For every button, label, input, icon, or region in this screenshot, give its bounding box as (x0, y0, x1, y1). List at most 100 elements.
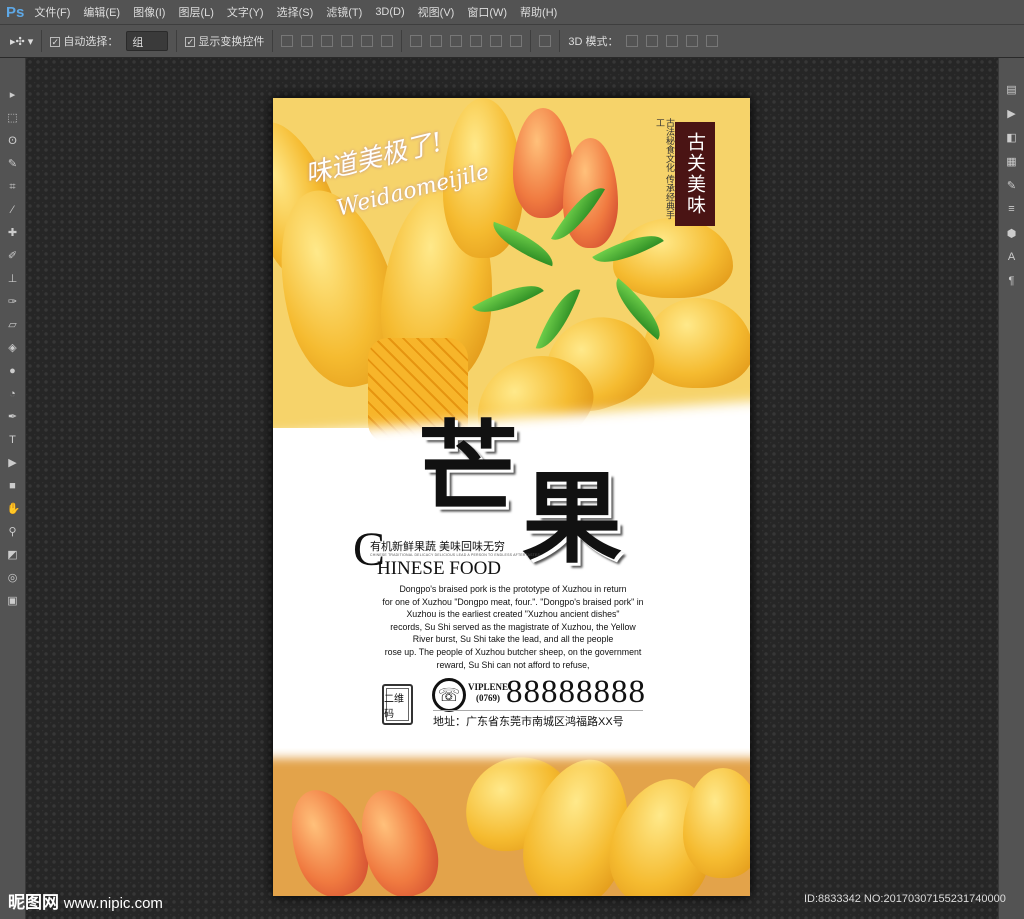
adjustments-icon[interactable]: ◧ (1006, 131, 1018, 144)
quick-mask-icon[interactable]: ◎ (7, 571, 19, 585)
menu-3d[interactable]: 3D(D) (375, 6, 404, 18)
quick-select-tool-icon[interactable]: ✎ (7, 157, 19, 171)
align-bottom-icon[interactable] (321, 35, 334, 47)
3d-roll-icon[interactable] (646, 35, 659, 47)
paint-bucket-icon[interactable]: ◈ (7, 341, 19, 355)
document-canvas-poster: 味道美极了! Weidaomeijile 古法秘食文化 传承经典手工 古关美味 … (273, 98, 750, 896)
chinese-food-heading: HINESE FOOD (377, 558, 502, 579)
distribute-top-icon[interactable] (410, 35, 423, 47)
divider (530, 30, 532, 52)
menu-help[interactable]: 帮助(H) (520, 4, 557, 20)
panels-dock: ▤ ▶ ◧ ▦ ✎ ≡ ⬢ A ¶ (998, 58, 1024, 919)
auto-select-checkbox[interactable]: ✓ 自动选择： (50, 33, 118, 49)
align-right-icon[interactable] (381, 35, 394, 47)
show-transform-label: 显示变换控件 (198, 36, 265, 48)
menu-type[interactable]: 文字(Y) (227, 4, 264, 20)
menu-image[interactable]: 图像(I) (133, 4, 165, 20)
paragraph-line: rose up. The people of Xuzhou butcher sh… (384, 646, 642, 657)
align-top-icon[interactable] (281, 35, 294, 47)
divider (41, 30, 43, 52)
align-hcenter-icon[interactable] (361, 35, 374, 47)
3d-cube-icon[interactable]: ⬢ (1006, 227, 1018, 240)
show-transform-checkbox[interactable]: ✓ 显示变换控件 (185, 33, 264, 49)
auto-select-dropdown[interactable]: 组 (126, 31, 169, 51)
zoom-tool-icon[interactable]: ⚲ (7, 525, 19, 539)
blur-tool-icon[interactable]: ● (7, 364, 19, 378)
3d-scale-icon[interactable] (706, 35, 719, 47)
history-icon[interactable]: ▤ (1006, 83, 1018, 96)
paragraph-line: Xuzhou is the earliest created "Xuzhou a… (406, 609, 620, 620)
brush-tool-icon[interactable]: ✐ (7, 249, 19, 263)
menu-bar: Ps 文件(F) 编辑(E) 图像(I) 图层(L) 文字(Y) 选择(S) 滤… (0, 0, 1024, 24)
path-select-icon[interactable]: ▶ (7, 456, 19, 470)
menu-layer[interactable]: 图层(L) (178, 4, 213, 20)
marquee-tool-icon[interactable]: ⬚ (7, 111, 19, 125)
menu-file[interactable]: 文件(F) (34, 4, 70, 20)
type-tool-icon[interactable]: T (7, 433, 19, 447)
photoshop-logo: Ps (6, 3, 25, 21)
paragraph-icon[interactable]: ¶ (1006, 275, 1018, 287)
healing-tool-icon[interactable]: ✚ (7, 226, 19, 240)
divider (559, 30, 561, 52)
paragraph-line: River burst, Su Shi take the lead, and a… (412, 634, 614, 645)
3d-pan-icon[interactable] (666, 35, 679, 47)
layers-icon[interactable]: ▦ (1006, 155, 1018, 168)
description-paragraph: Dongpo's braised pork is the prototype o… (333, 583, 693, 671)
screen-mode-icon[interactable]: ▣ (7, 594, 19, 608)
menu-window[interactable]: 窗口(W) (467, 4, 507, 20)
vip-label: VIPLENE (0769) (468, 682, 508, 704)
eraser-tool-icon[interactable]: ▱ (7, 318, 19, 332)
history-brush-icon[interactable]: ✑ (7, 295, 19, 309)
color-swatches-icon[interactable]: ◩ (7, 548, 19, 562)
seal-stamp: 古关美味 (675, 122, 715, 226)
slogan: 有机新鲜果蔬 美味回味无穷 (370, 541, 506, 553)
phone-icon: ☏ (432, 678, 466, 712)
menu-edit[interactable]: 编辑(E) (83, 4, 120, 20)
shape-tool-icon[interactable]: ■ (7, 479, 19, 493)
checkbox-icon: ✓ (185, 37, 196, 47)
seal-side-text: 古法秘食文化 传承经典手工 (655, 118, 675, 220)
actions-play-icon[interactable]: ▶ (1006, 107, 1018, 120)
distribute-left-icon[interactable] (470, 35, 483, 47)
paragraph-line: reward, Su Shi can not afford to refuse, (436, 659, 590, 670)
move-tool-icon[interactable]: ▸✣ ▾ (10, 35, 33, 48)
move-tool-icon[interactable]: ▸ (7, 88, 19, 102)
title-char: 芒 (418, 409, 522, 527)
3d-rotate-icon[interactable] (626, 35, 639, 47)
lasso-tool-icon[interactable]: ʘ (7, 134, 19, 148)
eyedropper-tool-icon[interactable]: ⁄ (7, 203, 19, 217)
nipic-watermark: 昵图网 www.nipic.com (8, 888, 163, 913)
tools-panel: ▸ ⬚ ʘ ✎ ⌗ ⁄ ✚ ✐ ⊥ ✑ ▱ ◈ ● ◔ ✒ T ▶ ■ ✋ ⚲ … (0, 58, 26, 919)
menu-view[interactable]: 视图(V) (418, 4, 455, 20)
crop-tool-icon[interactable]: ⌗ (7, 180, 19, 194)
pen-tool-icon[interactable]: ✒ (7, 410, 19, 424)
dodge-tool-icon[interactable]: ◔ (7, 387, 19, 401)
distribute-right-icon[interactable] (510, 35, 523, 47)
auto-select-label: 自动选择： (63, 36, 119, 48)
align-vcenter-icon[interactable] (301, 35, 314, 47)
character-icon[interactable]: A (1006, 251, 1018, 263)
area-code: (0769) (476, 693, 500, 703)
3d-slide-icon[interactable] (686, 35, 699, 47)
distribute-vcenter-icon[interactable] (430, 35, 443, 47)
hand-tool-icon[interactable]: ✋ (7, 502, 21, 516)
menu-filter[interactable]: 滤镜(T) (326, 4, 362, 20)
distribute-bottom-icon[interactable] (450, 35, 463, 47)
paragraph-line: for one of Xuzhou "Dongpo meat, four.". … (382, 596, 644, 607)
poster-title: 芒果 (418, 409, 626, 573)
auto-align-icon[interactable] (539, 35, 552, 47)
distribute-hcenter-icon[interactable] (490, 35, 503, 47)
menu-select[interactable]: 选择(S) (277, 4, 314, 20)
stamp-tool-icon[interactable]: ⊥ (7, 272, 19, 286)
properties-icon[interactable]: ≡ (1006, 203, 1018, 215)
watermark-logo: 昵图网 (8, 893, 59, 912)
divider (401, 30, 403, 52)
divider (272, 30, 274, 52)
divider (176, 30, 178, 52)
brush-presets-icon[interactable]: ✎ (1006, 179, 1018, 192)
vip-text: VIPLENE (468, 682, 509, 692)
align-left-icon[interactable] (341, 35, 354, 47)
qr-code-placeholder: 二维码 (382, 684, 413, 725)
phone-number: 88888888 (506, 674, 646, 710)
paragraph-line: Dongpo's braised pork is the prototype o… (399, 584, 627, 594)
